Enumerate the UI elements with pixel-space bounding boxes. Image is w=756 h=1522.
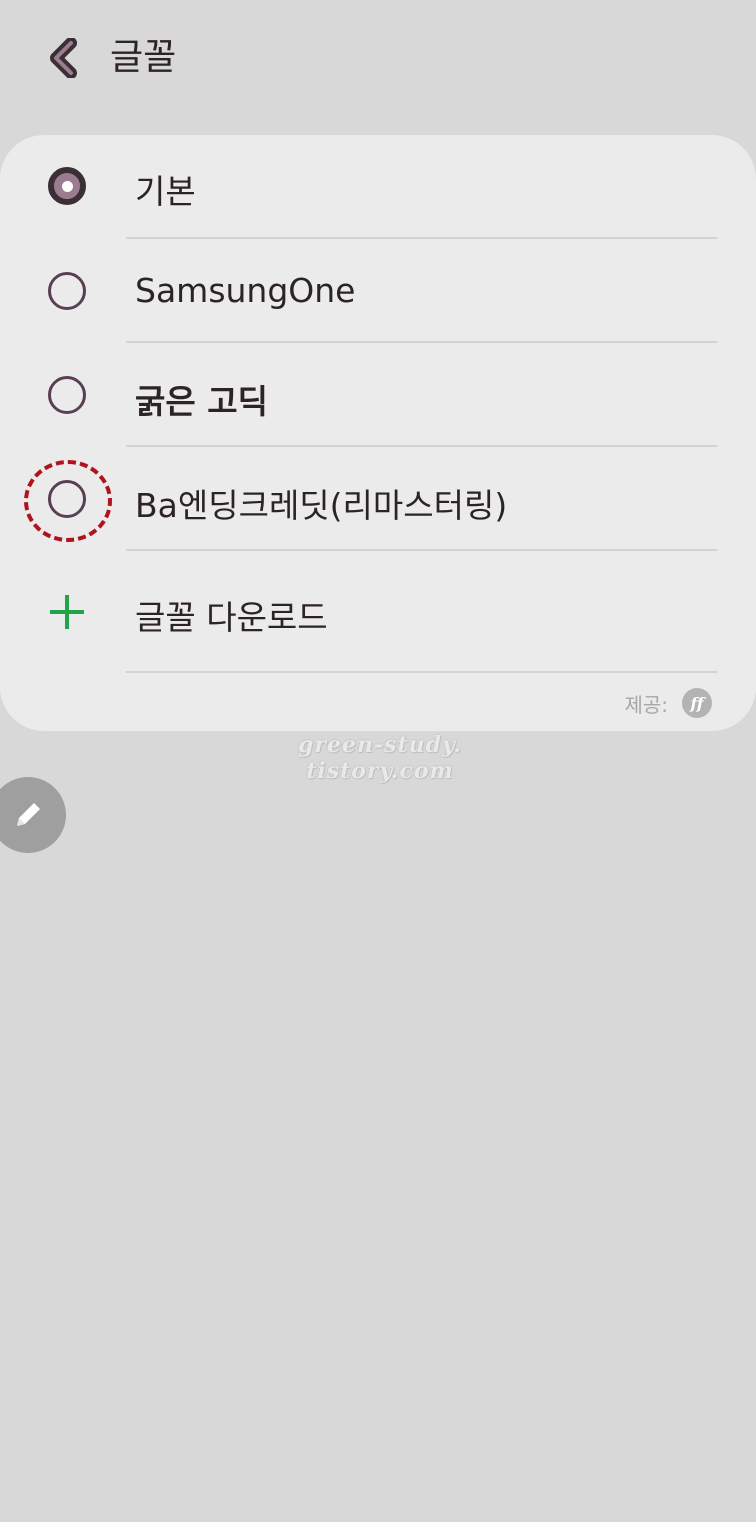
provider-logo: ff: [682, 688, 712, 718]
font-option-label: Ba엔딩크레딧(리마스터링): [135, 486, 508, 525]
font-option-label: 굵은 고딕: [135, 382, 268, 421]
watermark: green-study. tistory.com: [230, 732, 530, 784]
radio-unselected-icon[interactable]: [48, 376, 86, 414]
font-option-ba-ending-credit[interactable]: Ba엔딩크레딧(리마스터링): [0, 447, 756, 551]
font-download-button[interactable]: 글꼴 다운로드: [0, 551, 756, 671]
divider: [126, 671, 717, 673]
plus-icon: [50, 595, 84, 629]
provider-credit: 제공: ff: [624, 688, 712, 718]
radio-selected-icon[interactable]: [48, 167, 86, 205]
edit-fab-button[interactable]: [0, 777, 66, 853]
font-option-default[interactable]: 기본: [0, 135, 756, 239]
radio-unselected-icon[interactable]: [48, 272, 86, 310]
watermark-line: tistory.com: [306, 758, 454, 784]
font-option-label: SamsungOne: [135, 271, 356, 310]
watermark-line: green-study.: [298, 732, 462, 758]
page-title: 글꼴: [110, 37, 177, 78]
highlight-annotation: [24, 460, 112, 542]
font-list-card: 기본 SamsungOne 굵은 고딕 Ba엔딩크레딧(리마스터링) 글꼴 다운…: [0, 135, 756, 731]
app-bar: 글꼴: [0, 0, 756, 120]
chevron-left-icon: [50, 38, 77, 78]
pencil-icon: [17, 803, 40, 826]
back-button[interactable]: [36, 30, 92, 86]
font-download-label: 글꼴 다운로드: [135, 598, 328, 637]
font-option-samsungone[interactable]: SamsungOne: [0, 239, 756, 343]
font-option-bold-gothic[interactable]: 굵은 고딕: [0, 343, 756, 447]
provider-label: 제공:: [624, 692, 668, 717]
font-option-label: 기본: [135, 172, 196, 211]
